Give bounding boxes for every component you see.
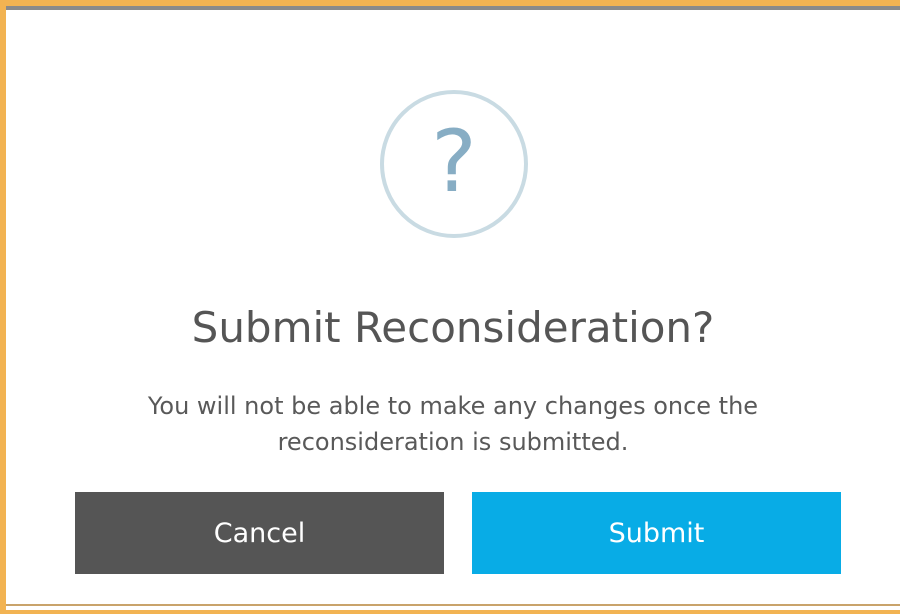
cancel-button[interactable]: Cancel (75, 492, 444, 574)
bottom-divider (6, 604, 900, 606)
question-mark-icon: ? (431, 112, 477, 212)
question-icon-circle: ? (380, 90, 528, 238)
submit-button-label: Submit (608, 517, 705, 549)
confirmation-dialog: ? Submit Reconsideration? You will not b… (6, 10, 900, 604)
submit-button[interactable]: Submit (472, 492, 841, 574)
dialog-message: You will not be able to make any changes… (96, 388, 810, 460)
dialog-title: Submit Reconsideration? (191, 303, 715, 352)
cancel-button-label: Cancel (213, 517, 306, 549)
dialog-message-line-2: reconsideration is submitted. (277, 428, 629, 456)
dialog-message-line-1: You will not be able to make any changes… (147, 392, 759, 420)
